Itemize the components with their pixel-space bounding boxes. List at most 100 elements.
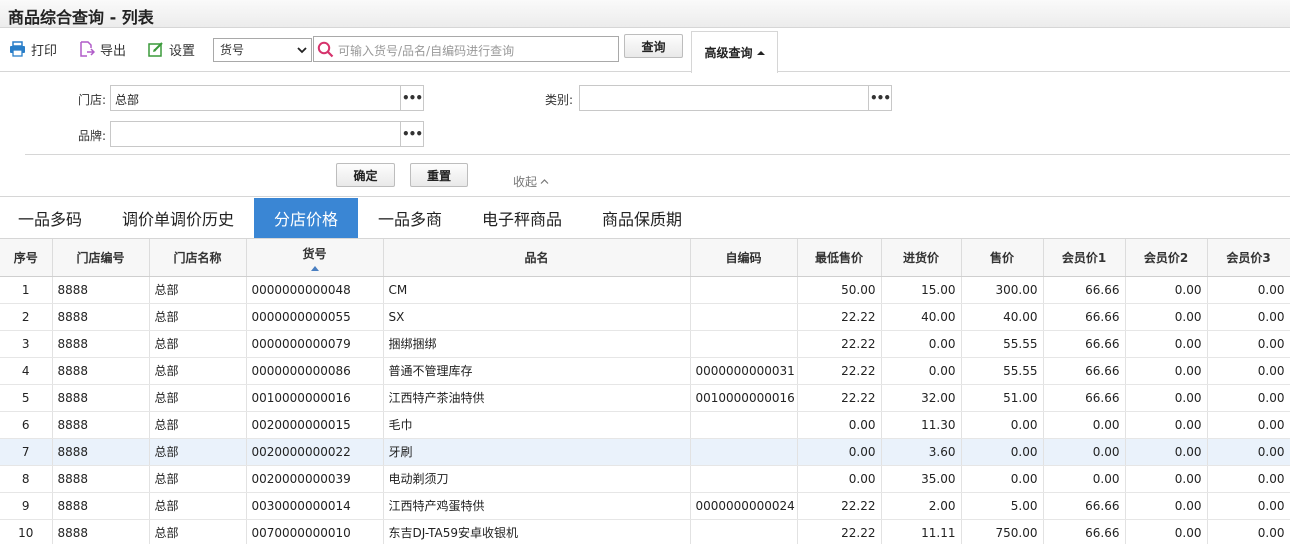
- detail-tabs: 一品多码 调价单调价历史 分店价格 一品多商 电子秤商品 商品保质期: [0, 198, 1290, 238]
- query-button[interactable]: 查询: [624, 34, 683, 58]
- column-header[interactable]: 品名: [383, 239, 691, 277]
- table-row[interactable]: 4 8888 总部 0000000000086 普通不管理库存 0000000000031…: [0, 357, 1290, 385]
- table-cell: 0.00: [1207, 519, 1290, 544]
- table-cell: 8888: [52, 276, 150, 304]
- store-picker-button[interactable]: •••: [400, 86, 423, 110]
- printer-icon: [10, 41, 25, 57]
- column-header-sorted[interactable]: 货号: [246, 239, 384, 277]
- column-header[interactable]: 会员价3: [1207, 239, 1290, 277]
- search-field-select[interactable]: 货号: [213, 38, 312, 62]
- store-field[interactable]: 总部 •••: [110, 85, 424, 111]
- table-cell: 6: [0, 411, 53, 439]
- advanced-query-toggle[interactable]: 高级查询: [691, 31, 778, 73]
- table-cell: 总部: [149, 411, 247, 439]
- table-cell: 0.00: [1125, 303, 1208, 331]
- search-field-value: 货号: [220, 43, 245, 57]
- table-cell: 牙刷: [383, 438, 691, 466]
- table-cell: 51.00: [961, 384, 1044, 412]
- column-header[interactable]: 门店名称: [149, 239, 247, 277]
- table-cell: 0.00: [961, 465, 1044, 493]
- table-cell: 0020000000039: [246, 465, 384, 493]
- table-cell: 0020000000022: [246, 438, 384, 466]
- tab-scale-goods[interactable]: 电子秤商品: [462, 198, 582, 238]
- search-placeholder: 可输入货号/品名/自编码进行查询: [338, 44, 515, 58]
- table-cell: 捆绑捆绑: [383, 330, 691, 358]
- column-header[interactable]: 会员价2: [1125, 239, 1208, 277]
- column-header[interactable]: 门店编号: [52, 239, 150, 277]
- table-cell: 电动剃须刀: [383, 465, 691, 493]
- table-cell: [690, 330, 798, 358]
- table-cell: 11.11: [881, 519, 962, 544]
- table-cell: 8888: [52, 411, 150, 439]
- tab-branch-price[interactable]: 分店价格: [254, 198, 358, 238]
- table-cell: 0070000000010: [246, 519, 384, 544]
- table-row[interactable]: 3 8888 总部 0000000000079 捆绑捆绑 22.22 0.00 55.55 66…: [0, 330, 1290, 358]
- reset-button[interactable]: 重置: [410, 163, 468, 187]
- table-cell: 0.00: [1207, 411, 1290, 439]
- window-title: 商品综合查询 - 列表: [8, 8, 154, 27]
- tab-shelf-life[interactable]: 商品保质期: [582, 198, 702, 238]
- table-cell: 0.00: [1125, 465, 1208, 493]
- column-header[interactable]: 售价: [961, 239, 1044, 277]
- table-cell: 40.00: [881, 303, 962, 331]
- column-header[interactable]: 会员价1: [1043, 239, 1126, 277]
- table-cell: 毛巾: [383, 411, 691, 439]
- table-cell: [690, 438, 798, 466]
- table-cell: 0.00: [1043, 411, 1126, 439]
- table-cell: 8888: [52, 357, 150, 385]
- category-field[interactable]: •••: [579, 85, 892, 111]
- table-row[interactable]: 9 8888 总部 0030000000014 江西特产鸡蛋特供 000000000002…: [0, 492, 1290, 520]
- table-cell: 40.00: [961, 303, 1044, 331]
- export-label: 导出: [100, 43, 127, 59]
- table-cell: 66.66: [1043, 384, 1126, 412]
- table-row[interactable]: 6 8888 总部 0020000000015 毛巾 0.00 11.30 0.00 0.00 0…: [0, 411, 1290, 439]
- table-cell: 0.00: [1125, 438, 1208, 466]
- confirm-button[interactable]: 确定: [336, 163, 395, 187]
- column-header[interactable]: 进货价: [881, 239, 962, 277]
- print-button[interactable]: 打印: [9, 39, 57, 59]
- tab-price-adjust-history[interactable]: 调价单调价历史: [100, 198, 256, 238]
- table-cell: 2: [0, 303, 53, 331]
- tab-multi-barcode[interactable]: 一品多码: [0, 198, 100, 238]
- table-cell: 0000000000031: [690, 357, 798, 385]
- table-cell: 2.00: [881, 492, 962, 520]
- table-cell: 66.66: [1043, 276, 1126, 304]
- sort-ascending-icon: [310, 265, 319, 271]
- table-cell: 5: [0, 384, 53, 412]
- column-header[interactable]: 最低售价: [797, 239, 882, 277]
- table-cell: 66.66: [1043, 492, 1126, 520]
- table-row[interactable]: 5 8888 总部 0010000000016 江西特产茶油特供 001000000001…: [0, 384, 1290, 412]
- table-cell: 66.66: [1043, 357, 1126, 385]
- tab-multi-supplier[interactable]: 一品多商: [358, 198, 462, 238]
- table-cell: 15.00: [881, 276, 962, 304]
- column-header[interactable]: 自编码: [690, 239, 798, 277]
- table-cell: 总部: [149, 276, 247, 304]
- table-cell: 22.22: [797, 330, 882, 358]
- brand-field[interactable]: •••: [110, 121, 424, 147]
- export-button[interactable]: 导出: [79, 39, 126, 59]
- brand-picker-button[interactable]: •••: [400, 122, 423, 146]
- table-cell: 50.00: [797, 276, 882, 304]
- table-cell: 300.00: [961, 276, 1044, 304]
- table-cell: 3: [0, 330, 53, 358]
- table-cell: [690, 465, 798, 493]
- collapse-toggle[interactable]: 收起: [513, 173, 549, 190]
- table-row[interactable]: 1 8888 总部 0000000000048 CM 50.00 15.00 300.00 66…: [0, 276, 1290, 304]
- table-row[interactable]: 10 8888 总部 0070000000010 东吉DJ-TA59安卓收银机 22.22…: [0, 519, 1290, 544]
- table-cell: 10: [0, 519, 53, 544]
- search-input[interactable]: 可输入货号/品名/自编码进行查询: [313, 36, 619, 62]
- table-cell: 0000000000024: [690, 492, 798, 520]
- table-cell: 55.55: [961, 330, 1044, 358]
- table-row[interactable]: 8 8888 总部 0020000000039 电动剃须刀 0.00 35.00 0.00 0.…: [0, 465, 1290, 493]
- table-row[interactable]: 2 8888 总部 0000000000055 SX 22.22 40.00 40.00 66.…: [0, 303, 1290, 331]
- category-picker-button[interactable]: •••: [868, 86, 891, 110]
- column-header[interactable]: 序号: [0, 239, 53, 277]
- table-cell: [690, 411, 798, 439]
- table-cell: 0.00: [1125, 384, 1208, 412]
- table-cell: 5.00: [961, 492, 1044, 520]
- table-cell: 0000000000086: [246, 357, 384, 385]
- table-cell: 32.00: [881, 384, 962, 412]
- settings-button[interactable]: 设置: [148, 39, 195, 59]
- table-cell: 22.22: [797, 357, 882, 385]
- table-row[interactable]: 7 8888 总部 0020000000022 牙刷 0.00 3.60 0.00 0.00 0.…: [0, 438, 1290, 466]
